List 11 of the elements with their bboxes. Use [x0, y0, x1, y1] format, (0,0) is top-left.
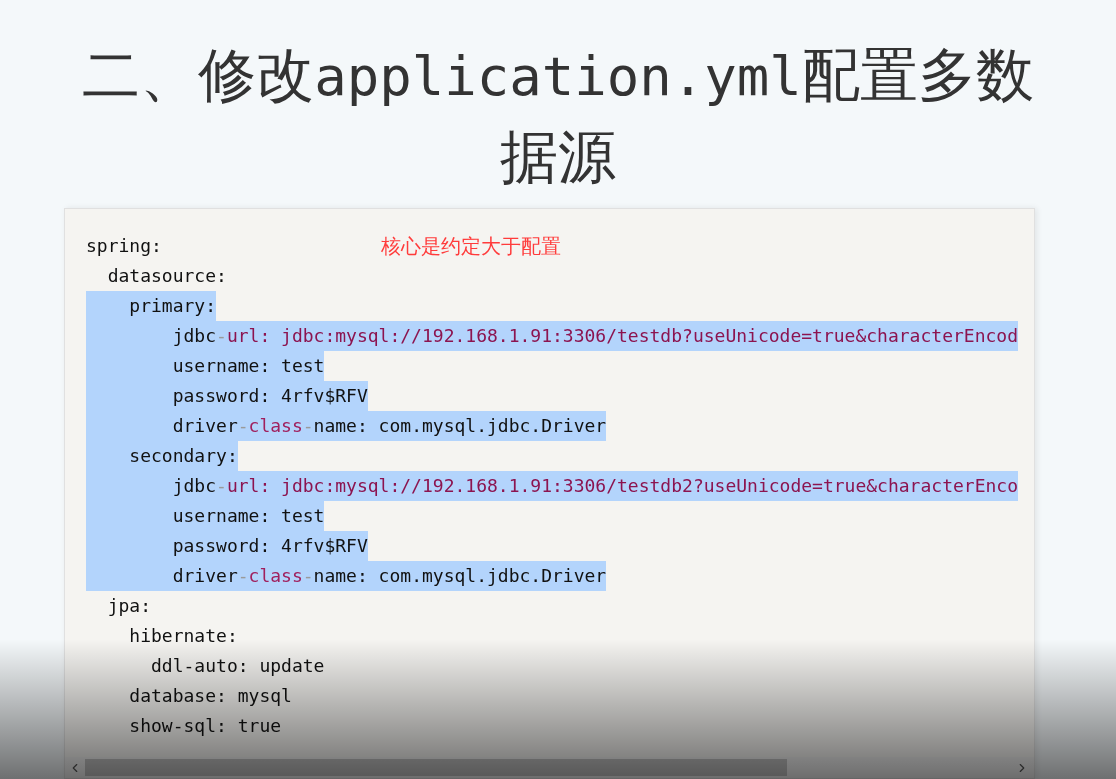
code-line: show-sql: true: [128, 714, 282, 738]
code-line: spring:: [86, 234, 162, 258]
slide-title: 二、修改application.yml配置多数据源: [81, 40, 1035, 193]
annotation-note: 核心是约定大于配置: [381, 233, 561, 259]
code-line: datasource:: [106, 264, 227, 288]
code-line: jpa:: [106, 594, 152, 618]
code-line: database: mysql: [128, 684, 292, 708]
code-line: ddl-auto: update: [150, 654, 325, 678]
horizontal-scrollbar[interactable]: [65, 757, 1034, 778]
scrollbar-thumb[interactable]: [85, 759, 787, 776]
code-line: hibernate:: [128, 624, 238, 648]
